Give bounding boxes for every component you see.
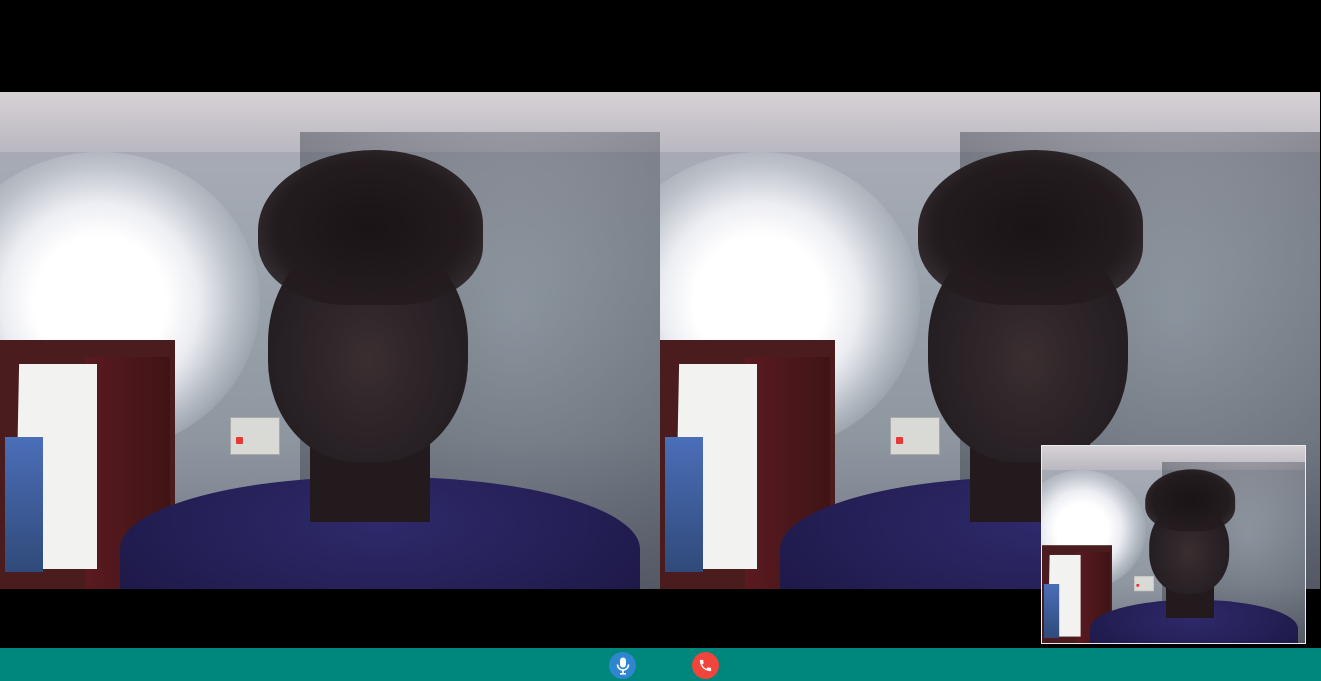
video-call-app	[0, 0, 1321, 681]
call-controls-bar	[0, 648, 1321, 681]
switch-indicator	[236, 437, 243, 444]
microphone-icon	[616, 657, 630, 675]
wall-switch	[890, 417, 940, 455]
video-frame	[1042, 446, 1305, 643]
window-panel	[1044, 584, 1060, 638]
end-call-button[interactable]	[692, 652, 719, 679]
remote-video-feed[interactable]	[0, 92, 660, 589]
switch-indicator	[1136, 584, 1140, 587]
switch-indicator	[896, 437, 903, 444]
mute-button[interactable]	[609, 652, 636, 679]
phone-icon	[698, 658, 713, 673]
person-hair	[258, 150, 483, 305]
wall-switch	[230, 417, 280, 455]
person-hair	[918, 150, 1143, 305]
person-hair	[1145, 469, 1236, 532]
video-stage	[0, 0, 1321, 648]
self-view-thumbnail[interactable]	[1041, 445, 1306, 644]
window-panel	[665, 437, 703, 572]
video-frame	[0, 92, 660, 589]
window-panel	[5, 437, 43, 572]
